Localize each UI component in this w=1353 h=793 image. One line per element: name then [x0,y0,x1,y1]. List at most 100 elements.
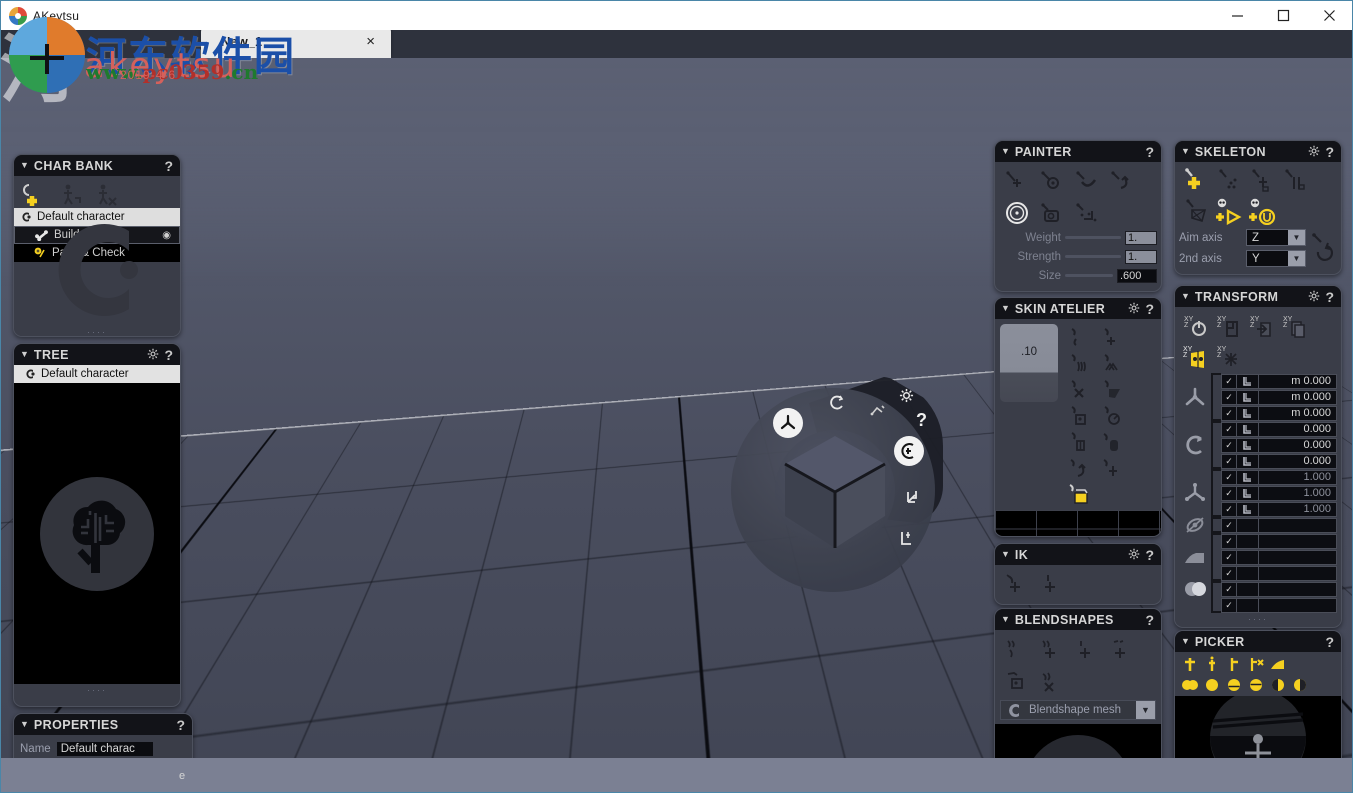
transform-row-checkbox[interactable]: ✓ [1221,550,1237,565]
transform-row-checkbox[interactable]: ✓ [1221,406,1237,421]
properties-header[interactable]: ▼ PROPERTIES ? [14,714,192,735]
skin-add-icon[interactable] [1095,324,1128,350]
ik-delete-icon[interactable] [1035,569,1068,599]
orbit-icon[interactable] [827,394,847,417]
transform-row-lock-icon[interactable] [1237,406,1259,421]
transform-header[interactable]: ▼ TRANSFORM ? [1175,286,1341,307]
skeleton-aim-axis-row[interactable]: Aim axis Z ▼ [1175,228,1310,247]
joint-split-icon[interactable] [1213,166,1246,196]
help-icon[interactable]: ? [1145,548,1154,562]
joint-retarget-icon[interactable] [1180,196,1213,226]
gear-icon[interactable] [1308,145,1320,159]
property-name-input[interactable]: Default charac [57,742,153,756]
transform-row-checkbox[interactable]: ✓ [1221,582,1237,597]
tree-header[interactable]: ▼ TREE ? [14,344,180,365]
tree-item-default-character[interactable]: Default character [14,365,180,383]
transform-row-value[interactable]: 1.000 [1259,470,1337,485]
help-icon[interactable]: ? [1145,613,1154,627]
camera-focus-icon[interactable] [894,436,924,466]
skin-bind-icon[interactable] [1062,324,1095,350]
painter-strength-value[interactable]: 1. [1125,250,1157,264]
transform-row-checkbox[interactable]: ✓ [1221,518,1237,533]
gear-icon[interactable] [1128,548,1140,562]
help-icon[interactable]: ? [1325,635,1334,649]
maximize-button[interactable] [1260,1,1306,31]
transform-row-value[interactable] [1259,566,1337,581]
xyz-freeze-icon[interactable]: XYZ [1213,311,1246,341]
transform-row-lock-icon[interactable] [1237,486,1259,501]
collapse-caret-icon[interactable]: ▼ [20,720,29,729]
xyz-power-icon[interactable]: XYZ [1180,311,1213,341]
transform-row-lock-icon[interactable] [1237,582,1259,597]
transform-row-lock-icon[interactable] [1237,566,1259,581]
close-button[interactable] [1306,1,1352,31]
picker-shape-icon[interactable] [1267,655,1288,674]
ik-create-icon[interactable] [1000,569,1033,599]
help-icon[interactable]: ? [1145,145,1154,159]
skin-weights-icon[interactable] [1062,402,1095,428]
transform-row-value[interactable] [1259,534,1337,549]
skin-atelier-header[interactable]: ▼ SKIN ATELIER ? [995,298,1161,319]
second-axis-select[interactable]: Y ▼ [1246,250,1306,267]
painter-header[interactable]: ▼ PAINTER ? [995,141,1161,162]
transform-row[interactable]: ✓ [1179,549,1337,565]
picker-circle-b-icon[interactable] [1201,675,1222,694]
joint-mirror-icon[interactable] [1279,166,1312,196]
char-bank-resize-grip[interactable]: ···· [14,326,180,337]
collapse-caret-icon[interactable]: ▼ [1001,550,1010,559]
transform-row[interactable]: ✓ [1179,597,1337,613]
transform-row-value[interactable]: 0.000 [1259,454,1337,469]
gear-icon[interactable] [1128,302,1140,316]
bs-remove-icon[interactable] [1105,634,1138,664]
picker-header[interactable]: ▼ PICKER ? [1175,631,1341,652]
picker-circle-d-icon[interactable] [1245,675,1266,694]
skin-cross-icon[interactable] [1062,376,1095,402]
transform-row-value[interactable]: 1.000 [1259,486,1337,501]
skin-wave-icon[interactable] [1062,350,1095,376]
collapse-caret-icon[interactable]: ▼ [1001,615,1010,624]
painter-size-row[interactable]: Size .600 [995,266,1161,285]
painter-weight-value[interactable]: 1. [1125,231,1157,245]
char-bank-header[interactable]: ▼ CHAR BANK ? [14,155,180,176]
transform-row-checkbox[interactable]: ✓ [1221,390,1237,405]
paint-curve-icon[interactable] [1070,166,1103,196]
transform-row-lock-icon[interactable] [1237,518,1259,533]
skin-lock-icon[interactable] [1062,428,1095,454]
transform-row-checkbox[interactable]: ✓ [1221,374,1237,389]
skin-cage-icon[interactable] [1062,480,1095,506]
skin-plane-icon[interactable] [1095,376,1128,402]
blendshapes-header[interactable]: ▼ BLENDSHAPES ? [995,609,1161,630]
xyz-snap-icon[interactable]: XYZ [1213,341,1246,371]
transform-row-lock-icon[interactable] [1237,550,1259,565]
collapse-caret-icon[interactable]: ▼ [1001,304,1010,313]
aim-axis-select[interactable]: Z ▼ [1246,229,1306,246]
gear-icon[interactable] [1308,290,1320,304]
tree-canvas[interactable] [14,383,180,684]
transform-resize-grip[interactable]: ···· [1175,613,1341,625]
transform-row-value[interactable]: m 0.000 [1259,374,1337,389]
transform-row[interactable]: ✓1.000 [1179,485,1337,501]
xyz-mirror-icon[interactable]: XYZ [1180,341,1213,371]
paint-pull-icon[interactable] [1105,166,1138,196]
collapse-caret-icon[interactable]: ▼ [1181,292,1190,301]
gear-icon[interactable] [147,348,159,362]
transform-row[interactable]: ✓ [1179,581,1337,597]
collapse-caret-icon[interactable]: ▼ [20,350,29,359]
help-icon[interactable]: ? [1325,145,1334,159]
picker-branch-icon[interactable] [1223,655,1244,674]
paint-copy-icon[interactable] [1035,198,1068,228]
transform-row-lock-icon[interactable] [1237,390,1259,405]
help-icon[interactable]: ? [164,159,173,173]
help-icon[interactable]: ? [1145,302,1154,316]
minimize-button[interactable] [1214,1,1260,31]
bs-mirror-icon[interactable] [1000,666,1033,696]
frame-down-icon[interactable] [903,488,923,511]
document-tab-close-icon[interactable]: × [366,34,375,49]
joint-chain-icon[interactable] [1246,166,1279,196]
help-icon[interactable]: ? [176,718,185,732]
char-bank-item-build-pose[interactable]: Build Pose ◉ [14,226,180,244]
transform-row[interactable]: ✓ [1179,517,1337,533]
transform-row-value[interactable] [1259,598,1337,613]
collapse-caret-icon[interactable]: ▼ [1181,147,1190,156]
transform-row[interactable]: ✓m 0.000 [1179,389,1337,405]
